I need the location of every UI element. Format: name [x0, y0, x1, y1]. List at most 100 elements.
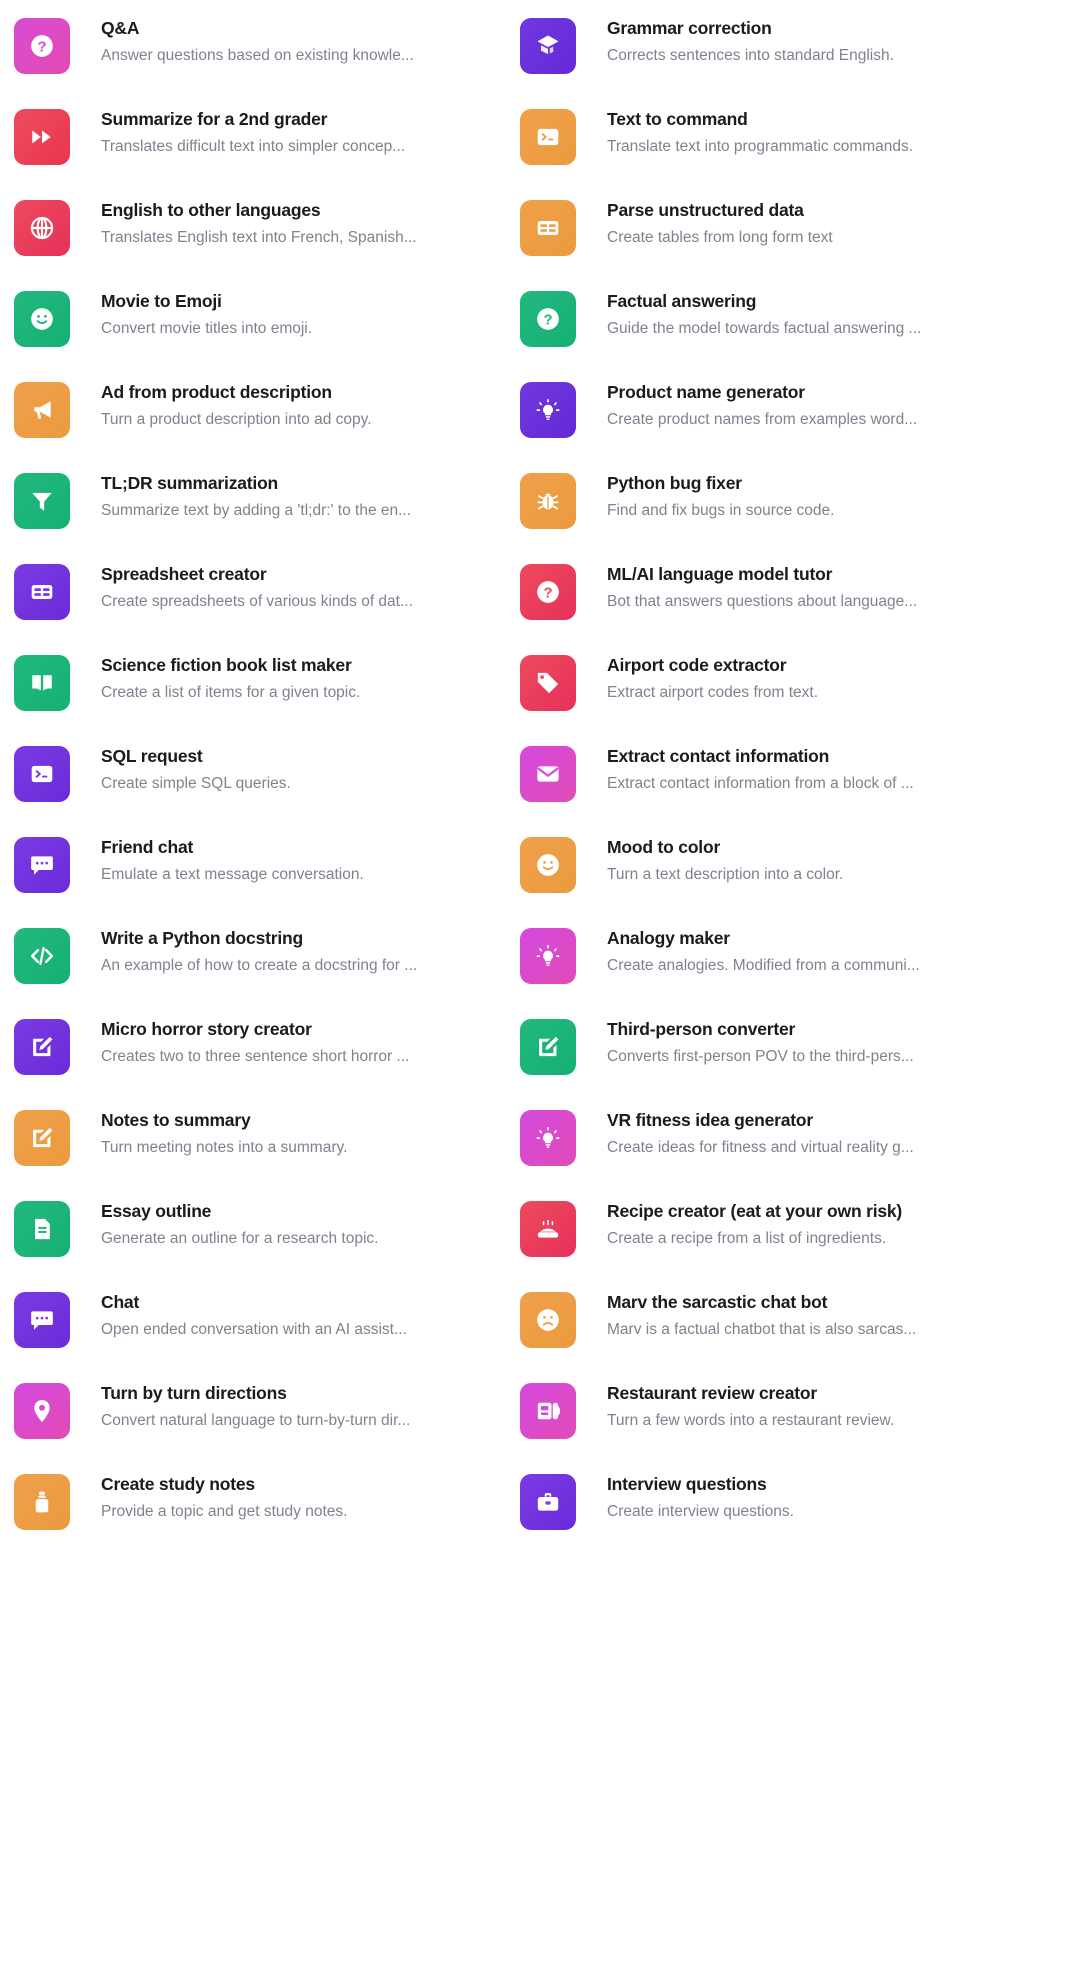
example-card-description: Emulate a text message conversation. — [101, 866, 364, 883]
example-card-title: Micro horror story creator — [101, 1019, 312, 1039]
terminal-icon — [520, 109, 576, 165]
example-card[interactable]: ? Q&A Answer questions based on existing k… — [14, 16, 434, 107]
example-card-description: Create tables from long form text — [607, 229, 833, 246]
cake-icon — [520, 1201, 576, 1257]
example-card-title: Create study notes — [101, 1474, 255, 1494]
example-card-text: Summarize for a 2nd grader Translates dif… — [101, 107, 434, 157]
example-card-title: Factual answering — [607, 291, 757, 311]
example-card-title: Extract contact information — [607, 746, 830, 766]
svg-text:?: ? — [543, 311, 552, 328]
example-card[interactable]: ? ML/AI language model tutor Bot that answ… — [520, 562, 940, 653]
example-card-text: Mood to color Turn a text description int… — [607, 835, 940, 885]
example-card[interactable]: Friend chat Emulate a text message conver… — [14, 835, 434, 926]
terminal-icon — [14, 746, 70, 802]
example-card[interactable]: Essay outline Generate an outline for a r… — [14, 1199, 434, 1290]
svg-text:?: ? — [543, 584, 552, 601]
example-card[interactable]: Mood to color Turn a text description int… — [520, 835, 940, 926]
example-card-text: Write a Python docstring An example of ho… — [101, 926, 434, 976]
example-card-title: Q&A — [101, 18, 140, 38]
example-card[interactable]: TL;DR summarization Summarize text by add… — [14, 471, 434, 562]
example-card-text: Ad from product description Turn a produc… — [101, 380, 434, 430]
example-card[interactable]: Notes to summary Turn meeting notes into … — [14, 1108, 434, 1199]
example-card[interactable]: Science fiction book list maker Create a … — [14, 653, 434, 744]
example-card[interactable]: Third-person converter Converts first-per… — [520, 1017, 940, 1108]
example-card[interactable]: Interview questions Create interview ques… — [520, 1472, 940, 1563]
example-card-description: Bot that answers questions about languag… — [607, 593, 918, 610]
example-card-title: Parse unstructured data — [607, 200, 804, 220]
briefcase-icon — [520, 1474, 576, 1530]
example-card[interactable]: English to other languages Translates Eng… — [14, 198, 434, 289]
edit-pencil-square-icon — [14, 1110, 70, 1166]
lightbulb-icon — [520, 382, 576, 438]
document-icon — [14, 1201, 70, 1257]
example-card-title: Turn by turn directions — [101, 1383, 287, 1403]
example-card[interactable]: Spreadsheet creator Create spreadsheets o… — [14, 562, 434, 653]
question-mark-circle-icon: ? — [520, 291, 576, 347]
example-card-title: Python bug fixer — [607, 473, 742, 493]
example-card[interactable]: Recipe creator (eat at your own risk) Cre… — [520, 1199, 940, 1290]
example-card[interactable]: Movie to Emoji Convert movie titles into … — [14, 289, 434, 380]
example-card-title: Notes to summary — [101, 1110, 251, 1130]
example-card-description: Turn a text description into a color. — [607, 866, 844, 883]
example-card-description: Converts first-person POV to the third-p… — [607, 1048, 914, 1065]
example-card-title: Mood to color — [607, 837, 721, 857]
example-card-title: Text to command — [607, 109, 748, 129]
example-card-description: Create ideas for fitness and virtual rea… — [607, 1139, 914, 1156]
example-card-title: Chat — [101, 1292, 140, 1312]
example-card[interactable]: Turn by turn directions Convert natural l… — [14, 1381, 434, 1472]
fast-forward-icon — [14, 109, 70, 165]
example-card[interactable]: Create study notes Provide a topic and ge… — [14, 1472, 434, 1563]
example-card-text: Grammar correction Corrects sentences int… — [607, 16, 940, 66]
example-card[interactable]: SQL request Create simple SQL queries. — [14, 744, 434, 835]
example-card[interactable]: Parse unstructured data Create tables fro… — [520, 198, 940, 289]
example-card-description: Corrects sentences into standard English… — [607, 47, 894, 64]
example-card-text: Create study notes Provide a topic and ge… — [101, 1472, 434, 1522]
example-card[interactable]: Micro horror story creator Creates two to… — [14, 1017, 434, 1108]
example-card-title: TL;DR summarization — [101, 473, 279, 493]
envelope-icon — [520, 746, 576, 802]
example-card[interactable]: VR fitness idea generator Create ideas fo… — [520, 1108, 940, 1199]
edit-pencil-square-icon — [520, 1019, 576, 1075]
example-card[interactable]: Marv the sarcastic chat bot Marv is a fac… — [520, 1290, 940, 1381]
example-card-title: Product name generator — [607, 382, 805, 402]
smiley-face-icon — [520, 837, 576, 893]
example-card-title: Ad from product description — [101, 382, 332, 402]
example-card[interactable]: Grammar correction Corrects sentences int… — [520, 16, 940, 107]
example-card-title: Spreadsheet creator — [101, 564, 267, 584]
example-card-text: Movie to Emoji Convert movie titles into … — [101, 289, 434, 339]
example-card-description: Convert movie titles into emoji. — [101, 320, 313, 337]
example-card[interactable]: Extract contact information Extract conta… — [520, 744, 940, 835]
example-card[interactable]: Restaurant review creator Turn a few word… — [520, 1381, 940, 1472]
example-card[interactable]: Product name generator Create product nam… — [520, 380, 940, 471]
example-card[interactable]: Chat Open ended conversation with an AI a… — [14, 1290, 434, 1381]
example-card[interactable]: Python bug fixer Find and fix bugs in sou… — [520, 471, 940, 562]
example-card-description: Create simple SQL queries. — [101, 775, 291, 792]
table-icon — [14, 564, 70, 620]
example-card[interactable]: Airport code extractor Extract airport co… — [520, 653, 940, 744]
example-card-description: Create a list of items for a given topic… — [101, 684, 361, 701]
example-card[interactable]: Analogy maker Create analogies. Modified … — [520, 926, 940, 1017]
example-card-description: Open ended conversation with an AI assis… — [101, 1321, 407, 1338]
example-card[interactable]: Ad from product description Turn a produc… — [14, 380, 434, 471]
example-card-text: Restaurant review creator Turn a few word… — [607, 1381, 940, 1431]
review-card-icon — [520, 1383, 576, 1439]
example-card-description: Extract contact information from a block… — [607, 775, 914, 792]
example-card-text: Notes to summary Turn meeting notes into … — [101, 1108, 434, 1158]
example-card-text: English to other languages Translates Eng… — [101, 198, 434, 248]
example-card[interactable]: Summarize for a 2nd grader Translates dif… — [14, 107, 434, 198]
example-card-text: Third-person converter Converts first-per… — [607, 1017, 940, 1067]
lightbulb-icon — [520, 1110, 576, 1166]
svg-text:?: ? — [37, 38, 46, 55]
example-card-text: Friend chat Emulate a text message conver… — [101, 835, 434, 885]
example-card[interactable]: ? Factual answering Guide the model toward… — [520, 289, 940, 380]
example-card-description: Guide the model towards factual answerin… — [607, 320, 922, 337]
example-card-description: Translate text into programmatic command… — [607, 138, 914, 155]
example-card-text: Python bug fixer Find and fix bugs in sou… — [607, 471, 940, 521]
example-card-description: Provide a topic and get study notes. — [101, 1503, 348, 1520]
example-card-title: Airport code extractor — [607, 655, 787, 675]
smiley-face-icon — [14, 291, 70, 347]
example-card[interactable]: Write a Python docstring An example of ho… — [14, 926, 434, 1017]
example-card[interactable]: Text to command Translate text into progr… — [520, 107, 940, 198]
example-card-description: An example of how to create a docstring … — [101, 957, 418, 974]
megaphone-icon — [14, 382, 70, 438]
